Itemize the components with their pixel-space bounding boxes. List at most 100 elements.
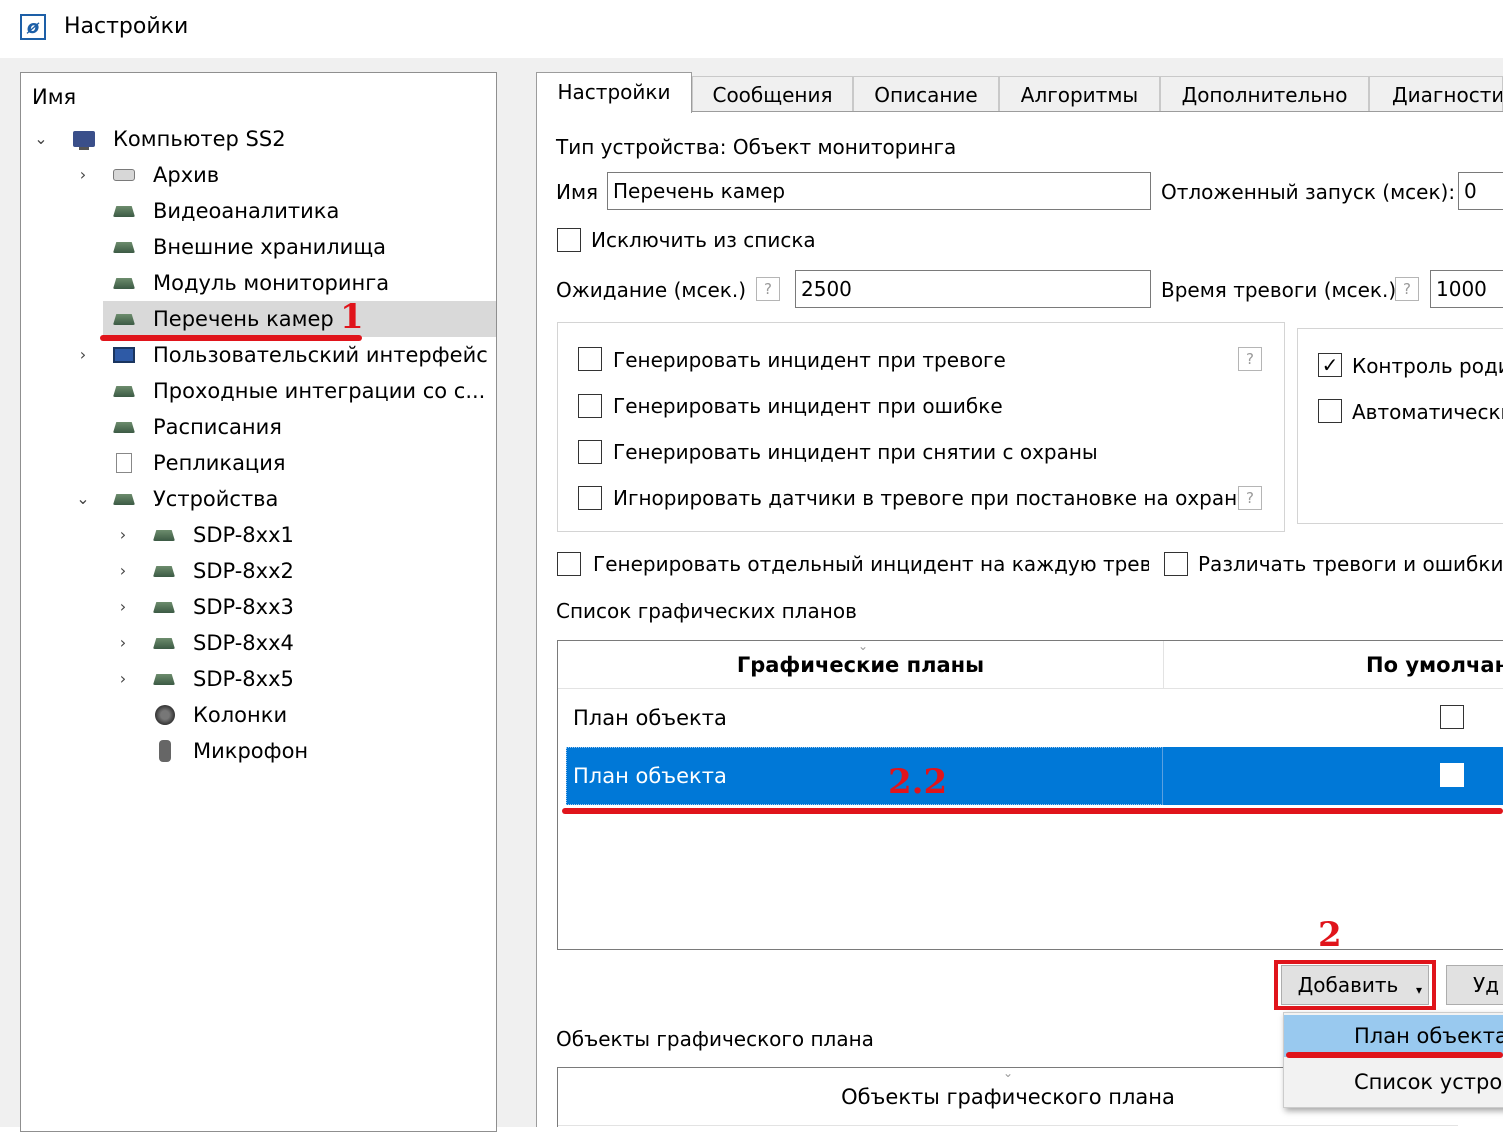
module-icon [153,530,175,541]
chevron-right-icon[interactable]: › [113,625,133,661]
module-icon [113,242,135,253]
gen-incident-disarm-checkbox[interactable] [578,440,602,464]
tree-item-sdp-5[interactable]: › SDP-8xx5 [21,661,496,697]
tree-item-label: Репликация [153,451,286,475]
help-icon[interactable]: ? [1238,347,1262,371]
annotation-2-2: 2.2 [888,762,948,802]
chevron-right-icon[interactable]: › [113,589,133,625]
chevron-right-icon[interactable]: › [73,337,93,373]
module-icon [153,566,175,577]
tree-item-devices[interactable]: ⌄ Устройства [21,481,496,517]
exclude-label: Исключить из списка [591,228,816,252]
tree-item-schedules[interactable]: Расписания [21,409,496,445]
module-icon [153,638,175,649]
distinguish-label: Различать тревоги и ошибки с [1198,552,1503,576]
tree-item-user-interface[interactable]: › Пользовательский интерфейс [21,337,496,373]
module-icon [113,206,135,217]
chevron-down-icon[interactable]: ⌄ [31,121,51,157]
tree-item-label: Устройства [153,487,279,511]
tree-item-label: Пользовательский интерфейс [153,343,488,367]
annotation-1: 1 [340,297,364,337]
tree-item-label: Колонки [193,703,288,727]
name-input[interactable]: Перечень камер [607,172,1151,210]
table-row[interactable]: План объекта [558,689,1503,747]
remove-button[interactable]: Уд [1446,965,1503,1005]
tree-item-sdp-4[interactable]: › SDP-8xx4 [21,625,496,661]
tab-messages[interactable]: Сообщения [692,76,853,112]
delayed-start-label: Отложенный запуск (мсек): [1161,180,1456,204]
tree-item-label: Проходные интеграции со с... [153,379,486,403]
tree-item-computer[interactable]: ⌄ Компьютер SS2 [21,121,496,157]
archive-disk-icon [113,169,135,181]
tree-item-external-storage[interactable]: Внешние хранилища [21,229,496,265]
tree-item-pass-integrations[interactable]: Проходные интеграции со с... [21,373,496,409]
tree-item-replication[interactable]: Репликация [21,445,496,481]
chevron-right-icon[interactable]: › [113,517,133,553]
tab-diagnostics[interactable]: Диагностик [1369,76,1503,112]
tree-item-sdp-1[interactable]: › SDP-8xx1 [21,517,496,553]
alarm-time-label: Время тревоги (мсек.) [1161,278,1397,302]
module-icon [113,314,135,325]
device-tree[interactable]: Имя ⌄ Компьютер SS2 › Архив Видеоаналити… [20,72,497,1132]
column-header-plans[interactable]: Графические планы [558,641,1164,689]
tab-additional[interactable]: Дополнительно [1160,76,1369,112]
tree-item-speakers[interactable]: Колонки [21,697,496,733]
alarm-time-input[interactable]: 1000 [1430,270,1503,308]
chevron-right-icon[interactable]: › [73,157,93,193]
computer-icon [73,131,95,150]
tree-item-sdp-2[interactable]: › SDP-8xx2 [21,553,496,589]
tree-item-videoanalytics[interactable]: Видеоаналитика [21,193,496,229]
tab-algorithms[interactable]: Алгоритмы [999,76,1160,112]
option-label: Игнорировать датчики в тревоге при поста… [613,486,1250,510]
plans-section-label: Список графических планов [556,599,857,623]
ignore-sensors-checkbox[interactable] [578,486,602,510]
option-label: Генерировать инцидент при тревоге [613,348,1006,372]
tree-item-label: SDP-8xx2 [193,559,294,583]
default-checkbox[interactable] [1440,705,1464,729]
option-label: Контроль роди [1352,354,1503,378]
chevron-right-icon[interactable]: › [113,661,133,697]
tree-item-microphone[interactable]: Микрофон [21,733,496,769]
gen-incident-error-checkbox[interactable] [578,394,602,418]
chevron-right-icon[interactable]: › [113,553,133,589]
default-checkbox[interactable] [1440,763,1464,787]
separate-incident-label: Генерировать отдельный инцидент на кажду… [593,552,1149,576]
tree-header: Имя [32,85,77,109]
tree-item-label: Модуль мониторинга [153,271,390,295]
control-checkbox[interactable]: ✓ [1318,353,1342,377]
column-header-default[interactable]: По умолчани [1164,641,1503,689]
speaker-icon [155,705,175,725]
title-bar: ø Настройки [0,0,1503,58]
plans-table[interactable]: ⌄ Графические планы По умолчани План объ… [557,640,1503,950]
tree-item-label: Микрофон [193,739,309,763]
tree-item-label: Компьютер SS2 [113,127,286,151]
help-icon[interactable]: ? [756,277,780,301]
tree-item-label: Видеоаналитика [153,199,340,223]
module-icon [113,386,135,397]
tree-item-archive[interactable]: › Архив [21,157,496,193]
tree-item-camera-list[interactable]: Перечень камер [103,301,496,337]
exclude-checkbox[interactable] [557,228,581,252]
automatic-checkbox[interactable] [1318,399,1342,423]
table-row-selected[interactable]: План объекта [566,747,1503,805]
option-label: Автоматически [1352,400,1503,424]
tree-item-label: SDP-8xx5 [193,667,294,691]
tree-item-label: SDP-8xx3 [193,595,294,619]
option-label: Генерировать инцидент при ошибке [613,394,1003,418]
tree-item-sdp-3[interactable]: › SDP-8xx3 [21,589,496,625]
separate-incident-checkbox[interactable] [557,552,581,576]
device-type-label: Тип устройства: Объект мониторинга [556,135,957,159]
tab-description[interactable]: Описание [853,76,999,112]
menu-item-device-list[interactable]: Список устро [1284,1061,1503,1103]
microphone-icon [159,740,171,762]
delayed-start-input[interactable]: 0 [1458,172,1503,210]
tree-item-monitoring-module[interactable]: Модуль мониторинга [21,265,496,301]
tab-settings[interactable]: Настройки [536,72,692,113]
menu-item-object-plan[interactable]: План объекта [1284,1015,1503,1057]
gen-incident-alarm-checkbox[interactable] [578,347,602,371]
distinguish-checkbox[interactable] [1164,552,1188,576]
help-icon[interactable]: ? [1395,277,1419,301]
chevron-down-icon[interactable]: ⌄ [73,481,93,517]
help-icon[interactable]: ? [1238,486,1262,510]
wait-input[interactable]: 2500 [795,270,1151,308]
